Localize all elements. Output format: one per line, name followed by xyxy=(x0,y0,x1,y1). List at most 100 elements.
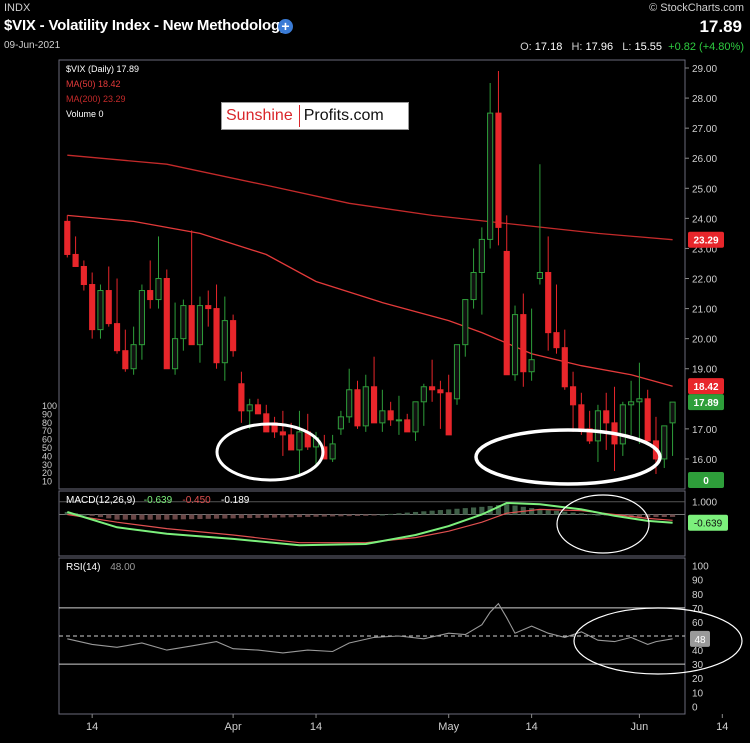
x-tick-label: 14 xyxy=(716,721,728,733)
macd-histogram-bar xyxy=(222,514,228,519)
candle-body-up xyxy=(221,320,228,364)
price-tick-label: 26.00 xyxy=(692,154,717,165)
macd-histogram-bar xyxy=(379,514,385,516)
x-tick-label: Apr xyxy=(225,721,242,733)
macd-histogram-bar xyxy=(263,514,269,518)
candle-body-down xyxy=(520,314,527,373)
candle-body-down xyxy=(213,308,220,364)
candle-body-down xyxy=(545,271,552,334)
candle-body-down xyxy=(553,332,560,349)
macd-histogram-bar xyxy=(305,514,311,517)
candle-body-up xyxy=(636,398,643,403)
macd-histogram-bar xyxy=(213,514,220,519)
macd-histogram-bar xyxy=(296,514,303,518)
macd-histogram-bar xyxy=(512,505,518,515)
macd-legend-entry: MACD(12,26,9) xyxy=(66,495,135,506)
price-legend-entry: MA(200) 23.29 xyxy=(66,94,126,104)
candle-body-down xyxy=(105,290,112,325)
macd-histogram-bar xyxy=(238,514,244,519)
candle-body-up xyxy=(138,290,145,346)
macd-histogram-bar xyxy=(470,507,477,515)
macd-histogram-bar xyxy=(371,514,377,516)
price-tick-label: 25.00 xyxy=(692,184,717,195)
candle-body-down xyxy=(188,305,195,346)
candle-body-down xyxy=(354,389,361,427)
macd-histogram-bar xyxy=(330,514,336,517)
rsi-tag: 48 xyxy=(694,635,706,646)
macd-histogram-bar xyxy=(164,514,170,520)
candle-body-down xyxy=(644,398,651,442)
macd-histogram-bar xyxy=(272,514,278,518)
macd-histogram-bar xyxy=(462,508,468,515)
candle-body-down xyxy=(230,320,237,352)
candle-body-up xyxy=(528,359,535,373)
candle-body-up xyxy=(379,410,386,424)
macd-histogram-bar xyxy=(653,514,659,518)
candle-body-up xyxy=(155,278,162,301)
price-tick-label: 24.00 xyxy=(692,214,717,225)
macd-histogram-bar xyxy=(313,514,319,517)
candle-body-up xyxy=(594,410,602,442)
macd-histogram-bar xyxy=(562,511,568,515)
candle-body-up xyxy=(628,401,635,406)
candle-body-down xyxy=(445,392,452,436)
sunshine-profits-logo: Sunshine Profits.com xyxy=(221,102,409,130)
candle-body-down xyxy=(72,253,79,267)
logo-part-profits: Profits.com xyxy=(303,107,384,124)
price-tick-label: 19.00 xyxy=(692,365,717,376)
price-tick-label: 16.00 xyxy=(692,455,717,466)
candle-body-up xyxy=(180,305,187,340)
macd-tick-label: 1.000 xyxy=(692,498,717,509)
macd-histogram-bar xyxy=(205,514,211,519)
candle-body-up xyxy=(130,344,137,370)
macd-histogram-bar xyxy=(122,514,128,520)
price-legend-entry: Volume 0 xyxy=(66,109,104,119)
macd-histogram-bar xyxy=(230,514,236,519)
macd-histogram-bar xyxy=(595,514,601,516)
macd-histogram-bar xyxy=(421,511,427,515)
volume-tick-label: 10 xyxy=(42,477,52,487)
macd-histogram-bar xyxy=(529,508,535,515)
macd-legend-entry: -0.450 xyxy=(182,495,211,506)
macd-histogram-bar xyxy=(280,514,286,518)
candle-body-up xyxy=(172,338,179,370)
macd-histogram-bar xyxy=(578,513,584,515)
x-tick-label: 14 xyxy=(310,721,322,733)
candle-body-down xyxy=(205,305,212,310)
macd-histogram-bar xyxy=(454,508,460,515)
macd-histogram-bar xyxy=(255,514,261,518)
candle-body-down xyxy=(371,386,378,424)
x-tick-label: May xyxy=(438,721,459,733)
candle-body-down xyxy=(578,404,585,430)
rsi-tick-label: 10 xyxy=(692,688,704,699)
macd-histogram-bar xyxy=(661,514,667,518)
price-tick-label: 21.00 xyxy=(692,305,717,316)
macd-histogram-bar xyxy=(570,512,576,515)
price-legend-entry: $VIX (Daily) 17.89 xyxy=(66,64,139,74)
rsi-tick-label: 20 xyxy=(692,674,704,685)
candle-body-up xyxy=(470,271,477,301)
macd-histogram-bar xyxy=(669,514,676,517)
price-tick-label: 17.00 xyxy=(692,425,717,436)
logo-part-sunshine: Sunshine xyxy=(222,105,300,127)
macd-histogram-bar xyxy=(412,511,419,515)
macd-histogram-bar xyxy=(321,514,327,517)
macd-histogram-bar xyxy=(346,514,352,517)
price-tag: 17.89 xyxy=(693,398,718,409)
rsi-legend-entry: RSI(14) xyxy=(66,562,100,573)
macd-histogram-bar xyxy=(155,514,162,520)
candle-body-down xyxy=(64,220,71,255)
candle-body-down xyxy=(569,386,577,406)
macd-histogram-bar xyxy=(288,514,294,518)
rsi-tick-label: 100 xyxy=(692,562,709,573)
macd-histogram-bar xyxy=(106,514,112,519)
candle-body-down xyxy=(288,434,295,451)
rsi-tick-label: 0 xyxy=(692,702,698,713)
rsi-tick-label: 40 xyxy=(692,646,704,657)
candle-body-up xyxy=(478,238,485,273)
macd-histogram-bar xyxy=(197,514,203,520)
price-tick-label: 22.00 xyxy=(692,275,717,286)
macd-histogram-bar xyxy=(437,510,443,515)
rsi-tick-label: 60 xyxy=(692,618,704,629)
macd-histogram-bar xyxy=(338,514,344,517)
